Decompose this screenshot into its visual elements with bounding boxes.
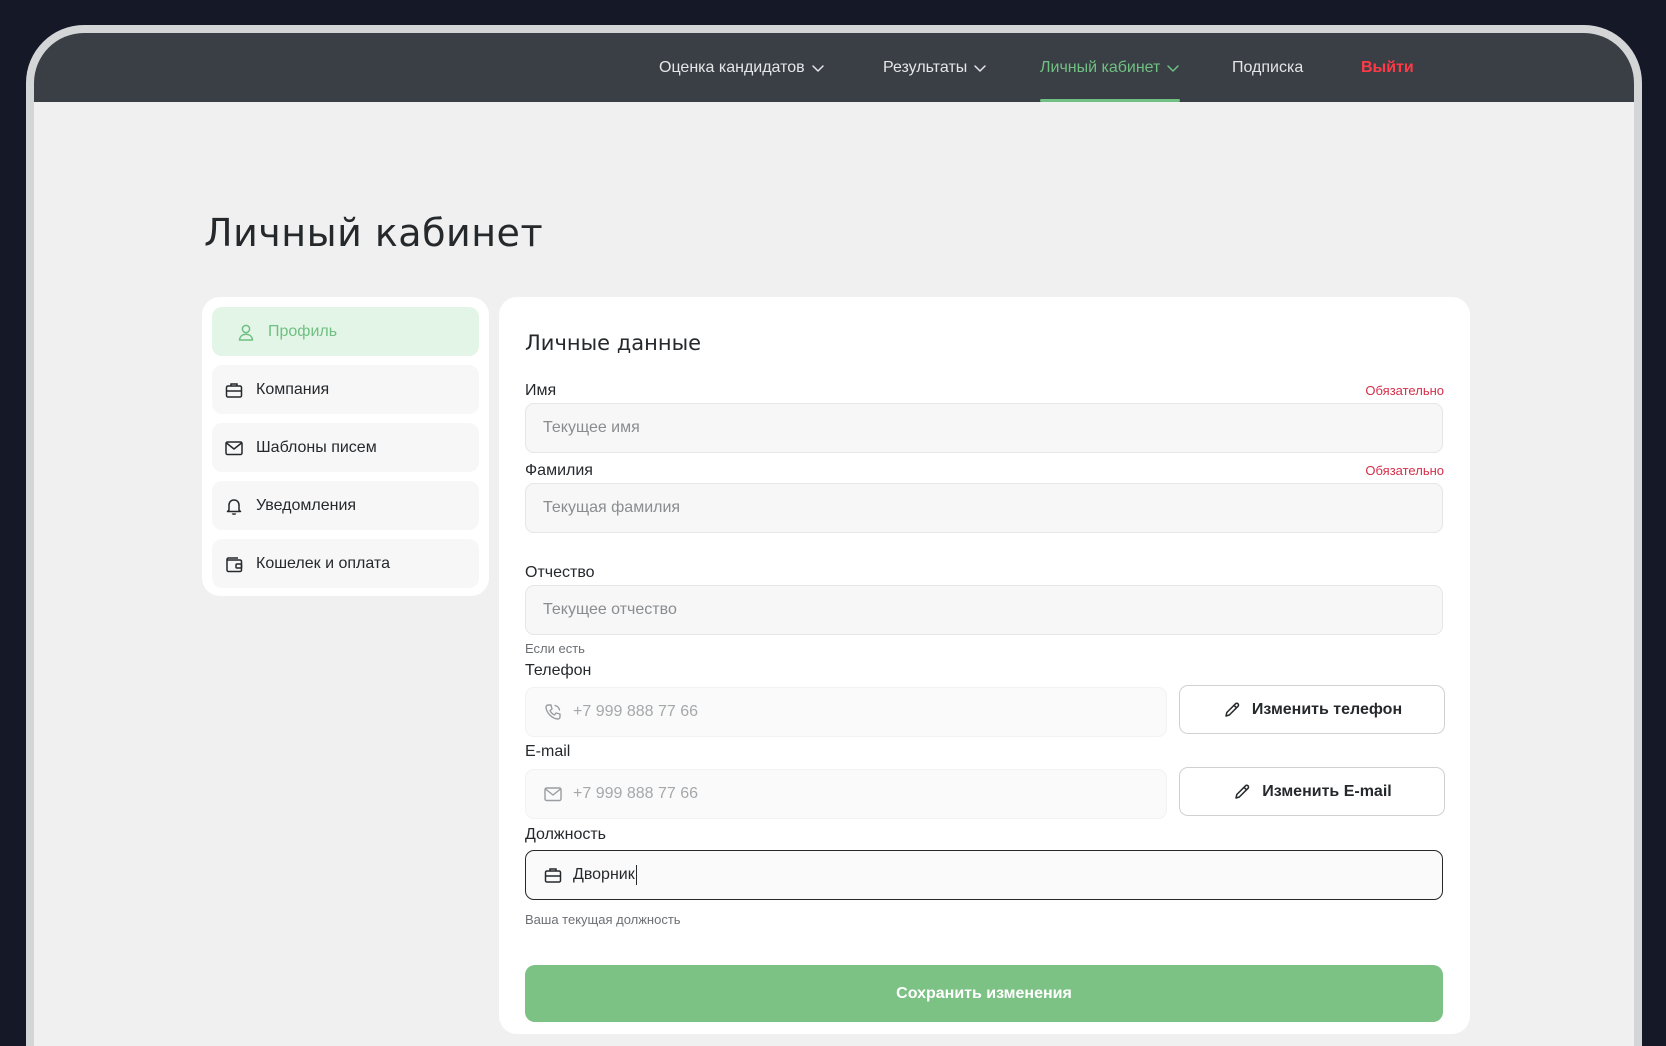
- top-navigation-bar: Оценка кандидатов Результаты Личный каби…: [34, 33, 1634, 102]
- wallet-icon: [226, 556, 243, 572]
- chevron-down-icon: [974, 64, 987, 72]
- required-badge: Обязательно: [1365, 463, 1444, 478]
- phone-icon: [545, 704, 561, 720]
- change-email-button[interactable]: Изменить E-mail: [1179, 767, 1445, 816]
- mail-icon: [544, 787, 562, 802]
- last-name-placeholder: Текущая фамилия: [543, 499, 681, 516]
- page-title: Личный кабинет: [204, 211, 544, 255]
- position-label: Должность: [525, 826, 606, 843]
- bell-icon: [226, 498, 242, 515]
- phone-label: Телефон: [525, 662, 592, 679]
- last-name-input[interactable]: Текущая фамилия: [525, 483, 1443, 533]
- email-input[interactable]: +7 999 888 77 66: [525, 769, 1167, 819]
- nav-item-label: Результаты: [883, 58, 968, 76]
- nav-item-label: Личный кабинет: [1040, 58, 1161, 76]
- chevron-down-icon: [811, 64, 824, 72]
- device-frame: Оценка кандидатов Результаты Личный каби…: [26, 25, 1642, 1046]
- sidebar-item-label: Уведомления: [256, 496, 357, 514]
- user-icon: [238, 324, 254, 341]
- position-hint: Ваша текущая должность: [525, 912, 681, 927]
- sidebar-item-email-templates[interactable]: Шаблоны писем: [212, 423, 479, 472]
- email-label: E-mail: [525, 743, 571, 760]
- pencil-icon: [1225, 702, 1240, 717]
- phone-input[interactable]: +7 999 888 77 66: [525, 687, 1167, 737]
- text-cursor: [635, 865, 638, 885]
- nav-item-subscription[interactable]: Подписка: [1232, 33, 1303, 102]
- change-phone-label: Изменить телефон: [1251, 700, 1403, 718]
- nav-item-candidate-assessment[interactable]: Оценка кандидатов: [659, 33, 825, 102]
- sidebar-item-label: Компания: [256, 380, 330, 398]
- sidebar-item-label: Профиль: [268, 322, 338, 340]
- sidebar-item-notifications[interactable]: Уведомления: [212, 481, 479, 530]
- nav-item-label: Оценка кандидатов: [659, 58, 805, 76]
- app-screen: Оценка кандидатов Результаты Личный каби…: [34, 33, 1634, 1046]
- save-changes-button[interactable]: Сохранить изменения: [525, 965, 1443, 1022]
- sidebar-item-label: Шаблоны писем: [256, 438, 377, 456]
- first-name-input[interactable]: Текущее имя: [525, 403, 1443, 453]
- first-name-placeholder: Текущее имя: [543, 419, 640, 436]
- change-email-label: Изменить E-mail: [1262, 782, 1392, 800]
- personal-data-card: Личные данные Имя Обязательно Текущее им…: [499, 297, 1470, 1034]
- logout-link[interactable]: Выйти: [1361, 33, 1414, 102]
- middle-name-label: Отчество: [525, 564, 595, 581]
- position-input[interactable]: Дворник: [525, 850, 1443, 900]
- briefcase-icon: [225, 382, 243, 398]
- sidebar-item-label: Кошелек и оплата: [256, 554, 390, 572]
- required-badge: Обязательно: [1365, 383, 1444, 398]
- first-name-label: Имя: [525, 382, 557, 399]
- sidebar-item-company[interactable]: Компания: [212, 365, 479, 414]
- nav-item-results[interactable]: Результаты: [883, 33, 987, 102]
- settings-sidebar: Профиль Компания Шаблоны писем Уведомлен…: [202, 297, 489, 596]
- email-placeholder: +7 999 888 77 66: [573, 785, 699, 802]
- chevron-down-icon: [1167, 64, 1180, 72]
- change-phone-button[interactable]: Изменить телефон: [1179, 685, 1445, 734]
- nav-item-personal-account[interactable]: Личный кабинет: [1040, 33, 1181, 102]
- last-name-label: Фамилия: [525, 462, 593, 479]
- middle-name-input[interactable]: Текущее отчество: [525, 585, 1443, 635]
- middle-name-hint: Если есть: [525, 641, 585, 656]
- middle-name-placeholder: Текущее отчество: [543, 601, 677, 618]
- save-changes-label: Сохранить изменения: [896, 984, 1072, 1002]
- sidebar-item-wallet-payment[interactable]: Кошелек и оплата: [212, 539, 479, 588]
- sidebar-item-profile[interactable]: Профиль: [212, 307, 479, 356]
- phone-placeholder: +7 999 888 77 66: [573, 703, 699, 720]
- logout-label: Выйти: [1361, 58, 1414, 76]
- briefcase-icon: [544, 868, 562, 883]
- position-value: Дворник: [573, 866, 635, 883]
- pencil-icon: [1235, 784, 1250, 799]
- nav-item-label: Подписка: [1232, 58, 1304, 76]
- mail-icon: [225, 440, 243, 455]
- card-title: Личные данные: [525, 331, 702, 355]
